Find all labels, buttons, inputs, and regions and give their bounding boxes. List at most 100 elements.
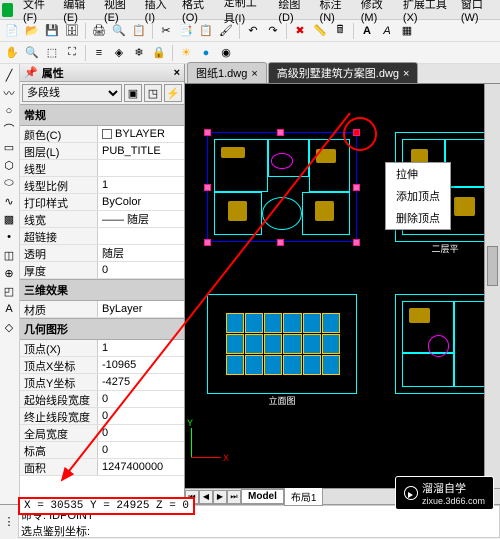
- drawing-frame[interactable]: [395, 294, 495, 394]
- prop-plotstyle[interactable]: 打印样式ByColor: [20, 194, 184, 211]
- ctx-remove-vertex[interactable]: 删除顶点: [386, 207, 450, 229]
- prop-elevation[interactable]: 标高0: [20, 442, 184, 459]
- quick-icon[interactable]: ⚡: [164, 84, 182, 102]
- grip-handle-active[interactable]: [353, 129, 360, 136]
- match-icon[interactable]: 🖌: [217, 22, 235, 40]
- wipeout-icon[interactable]: ◇: [1, 319, 17, 335]
- text-icon[interactable]: A: [358, 22, 376, 40]
- prop-vertex[interactable]: 顶点(X)1: [20, 340, 184, 357]
- menu-window[interactable]: 窗口(W): [455, 0, 498, 26]
- object-type-select[interactable]: 多段线: [22, 84, 122, 102]
- region-icon[interactable]: ◰: [1, 283, 17, 299]
- drawing-selected-frame[interactable]: [207, 132, 357, 242]
- drawing-canvas[interactable]: 二层平 立面图: [185, 84, 500, 488]
- cut-icon[interactable]: ✂: [157, 22, 175, 40]
- lock-icon[interactable]: 🔒: [150, 44, 168, 62]
- prop-lineweight[interactable]: 线宽—— 随层: [20, 211, 184, 228]
- dist-icon[interactable]: 📏: [311, 22, 329, 40]
- prop-hyperlink[interactable]: 超链接: [20, 228, 184, 245]
- publish-icon[interactable]: 📋: [130, 22, 148, 40]
- tab-last-icon[interactable]: ⏭: [227, 490, 241, 504]
- prop-global-width[interactable]: 全局宽度0: [20, 425, 184, 442]
- zoomwin-icon[interactable]: ⬚: [43, 44, 61, 62]
- pin-icon[interactable]: 📌: [24, 66, 38, 79]
- saveall-icon[interactable]: 🗄: [63, 22, 81, 40]
- close-tab-icon[interactable]: ×: [403, 68, 409, 80]
- select-icon[interactable]: ◳: [144, 84, 162, 102]
- calc-icon[interactable]: 🖩: [331, 22, 349, 40]
- paste-icon[interactable]: 📋: [197, 22, 215, 40]
- new-icon[interactable]: 📄: [3, 22, 21, 40]
- command-handle-icon[interactable]: ⋮: [0, 505, 18, 538]
- drawing-frame[interactable]: 立面图: [207, 294, 357, 394]
- prop-thickness[interactable]: 厚度0: [20, 262, 184, 279]
- arc-icon[interactable]: ⌒: [1, 121, 17, 137]
- render-icon[interactable]: ●: [197, 44, 215, 62]
- prop-material[interactable]: 材质ByLayer: [20, 301, 184, 318]
- model-tab[interactable]: Model: [241, 489, 284, 504]
- section-general[interactable]: 常规: [20, 104, 184, 126]
- freeze-icon[interactable]: ❄: [130, 44, 148, 62]
- pan-icon[interactable]: ✋: [3, 44, 21, 62]
- undo-icon[interactable]: ↶: [244, 22, 262, 40]
- zoom-icon[interactable]: 🔍: [23, 44, 41, 62]
- ctx-stretch[interactable]: 拉伸: [386, 163, 450, 185]
- ctx-add-vertex[interactable]: 添加顶点: [386, 185, 450, 207]
- properties-panel: 📌 属性 × 多段线 ▣ ◳ ⚡ 常规 颜色(C)BYLAYER 图层(L)PU…: [20, 64, 185, 504]
- grip-handle[interactable]: [353, 184, 360, 191]
- tab-villa[interactable]: 高级别墅建筑方案图.dwg×: [268, 62, 419, 83]
- insert-icon[interactable]: ⊕: [1, 265, 17, 281]
- mat-icon[interactable]: ◉: [217, 44, 235, 62]
- layeriso-icon[interactable]: ◈: [110, 44, 128, 62]
- hatch-icon[interactable]: ▩: [1, 211, 17, 227]
- polygon-icon[interactable]: ⬡: [1, 157, 17, 173]
- prop-color[interactable]: 颜色(C)BYLAYER: [20, 126, 184, 143]
- save-icon[interactable]: 💾: [43, 22, 61, 40]
- preview-icon[interactable]: 🔍: [110, 22, 128, 40]
- line-icon[interactable]: ╱: [1, 67, 17, 83]
- prop-vertex-x[interactable]: 顶点X坐标-10965: [20, 357, 184, 374]
- pline-icon[interactable]: 〰: [1, 85, 17, 101]
- scrollbar-vertical[interactable]: [484, 84, 500, 488]
- prop-area[interactable]: 面积1247400000: [20, 459, 184, 476]
- close-icon[interactable]: ×: [174, 67, 180, 79]
- prop-linetype[interactable]: 线型: [20, 160, 184, 177]
- print-icon[interactable]: 🖨: [90, 22, 108, 40]
- text2-icon[interactable]: A: [378, 22, 396, 40]
- table-icon[interactable]: ▦: [398, 22, 416, 40]
- point-icon[interactable]: •: [1, 229, 17, 245]
- redo-icon[interactable]: ↷: [264, 22, 282, 40]
- prop-transparency[interactable]: 透明随层: [20, 245, 184, 262]
- ellipse-icon[interactable]: ⬭: [1, 175, 17, 191]
- prop-vertex-y[interactable]: 顶点Y坐标-4275: [20, 374, 184, 391]
- zoomext-icon[interactable]: ⛶: [63, 44, 81, 62]
- tab-drawing1[interactable]: 图纸1.dwg×: [187, 62, 267, 83]
- grip-handle[interactable]: [204, 129, 211, 136]
- tab-next-icon[interactable]: ▶: [213, 490, 227, 504]
- grip-handle[interactable]: [204, 184, 211, 191]
- open-icon[interactable]: 📂: [23, 22, 41, 40]
- block-icon[interactable]: ◫: [1, 247, 17, 263]
- copy-icon[interactable]: 📑: [177, 22, 195, 40]
- close-tab-icon[interactable]: ×: [251, 68, 257, 80]
- erase-icon[interactable]: ✖: [291, 22, 309, 40]
- layout-tab[interactable]: 布局1: [284, 487, 324, 506]
- prop-end-width[interactable]: 终止线段宽度0: [20, 408, 184, 425]
- spline-icon[interactable]: ∿: [1, 193, 17, 209]
- grip-handle[interactable]: [353, 239, 360, 246]
- layer-icon[interactable]: ≡: [90, 44, 108, 62]
- grip-handle[interactable]: [277, 129, 284, 136]
- pickadd-icon[interactable]: ▣: [124, 84, 142, 102]
- circle-icon[interactable]: ○: [1, 103, 17, 119]
- grip-handle[interactable]: [277, 239, 284, 246]
- sun-icon[interactable]: ☀: [177, 44, 195, 62]
- prop-start-width[interactable]: 起始线段宽度0: [20, 391, 184, 408]
- mtext-icon[interactable]: A: [1, 301, 17, 317]
- grip-handle[interactable]: [204, 239, 211, 246]
- section-3dfx[interactable]: 三维效果: [20, 279, 184, 301]
- section-geometry[interactable]: 几何图形: [20, 318, 184, 340]
- prop-ltscale[interactable]: 线型比例1: [20, 177, 184, 194]
- rect-icon[interactable]: ▭: [1, 139, 17, 155]
- tab-prev-icon[interactable]: ◀: [199, 490, 213, 504]
- prop-layer[interactable]: 图层(L)PUB_TITLE: [20, 143, 184, 160]
